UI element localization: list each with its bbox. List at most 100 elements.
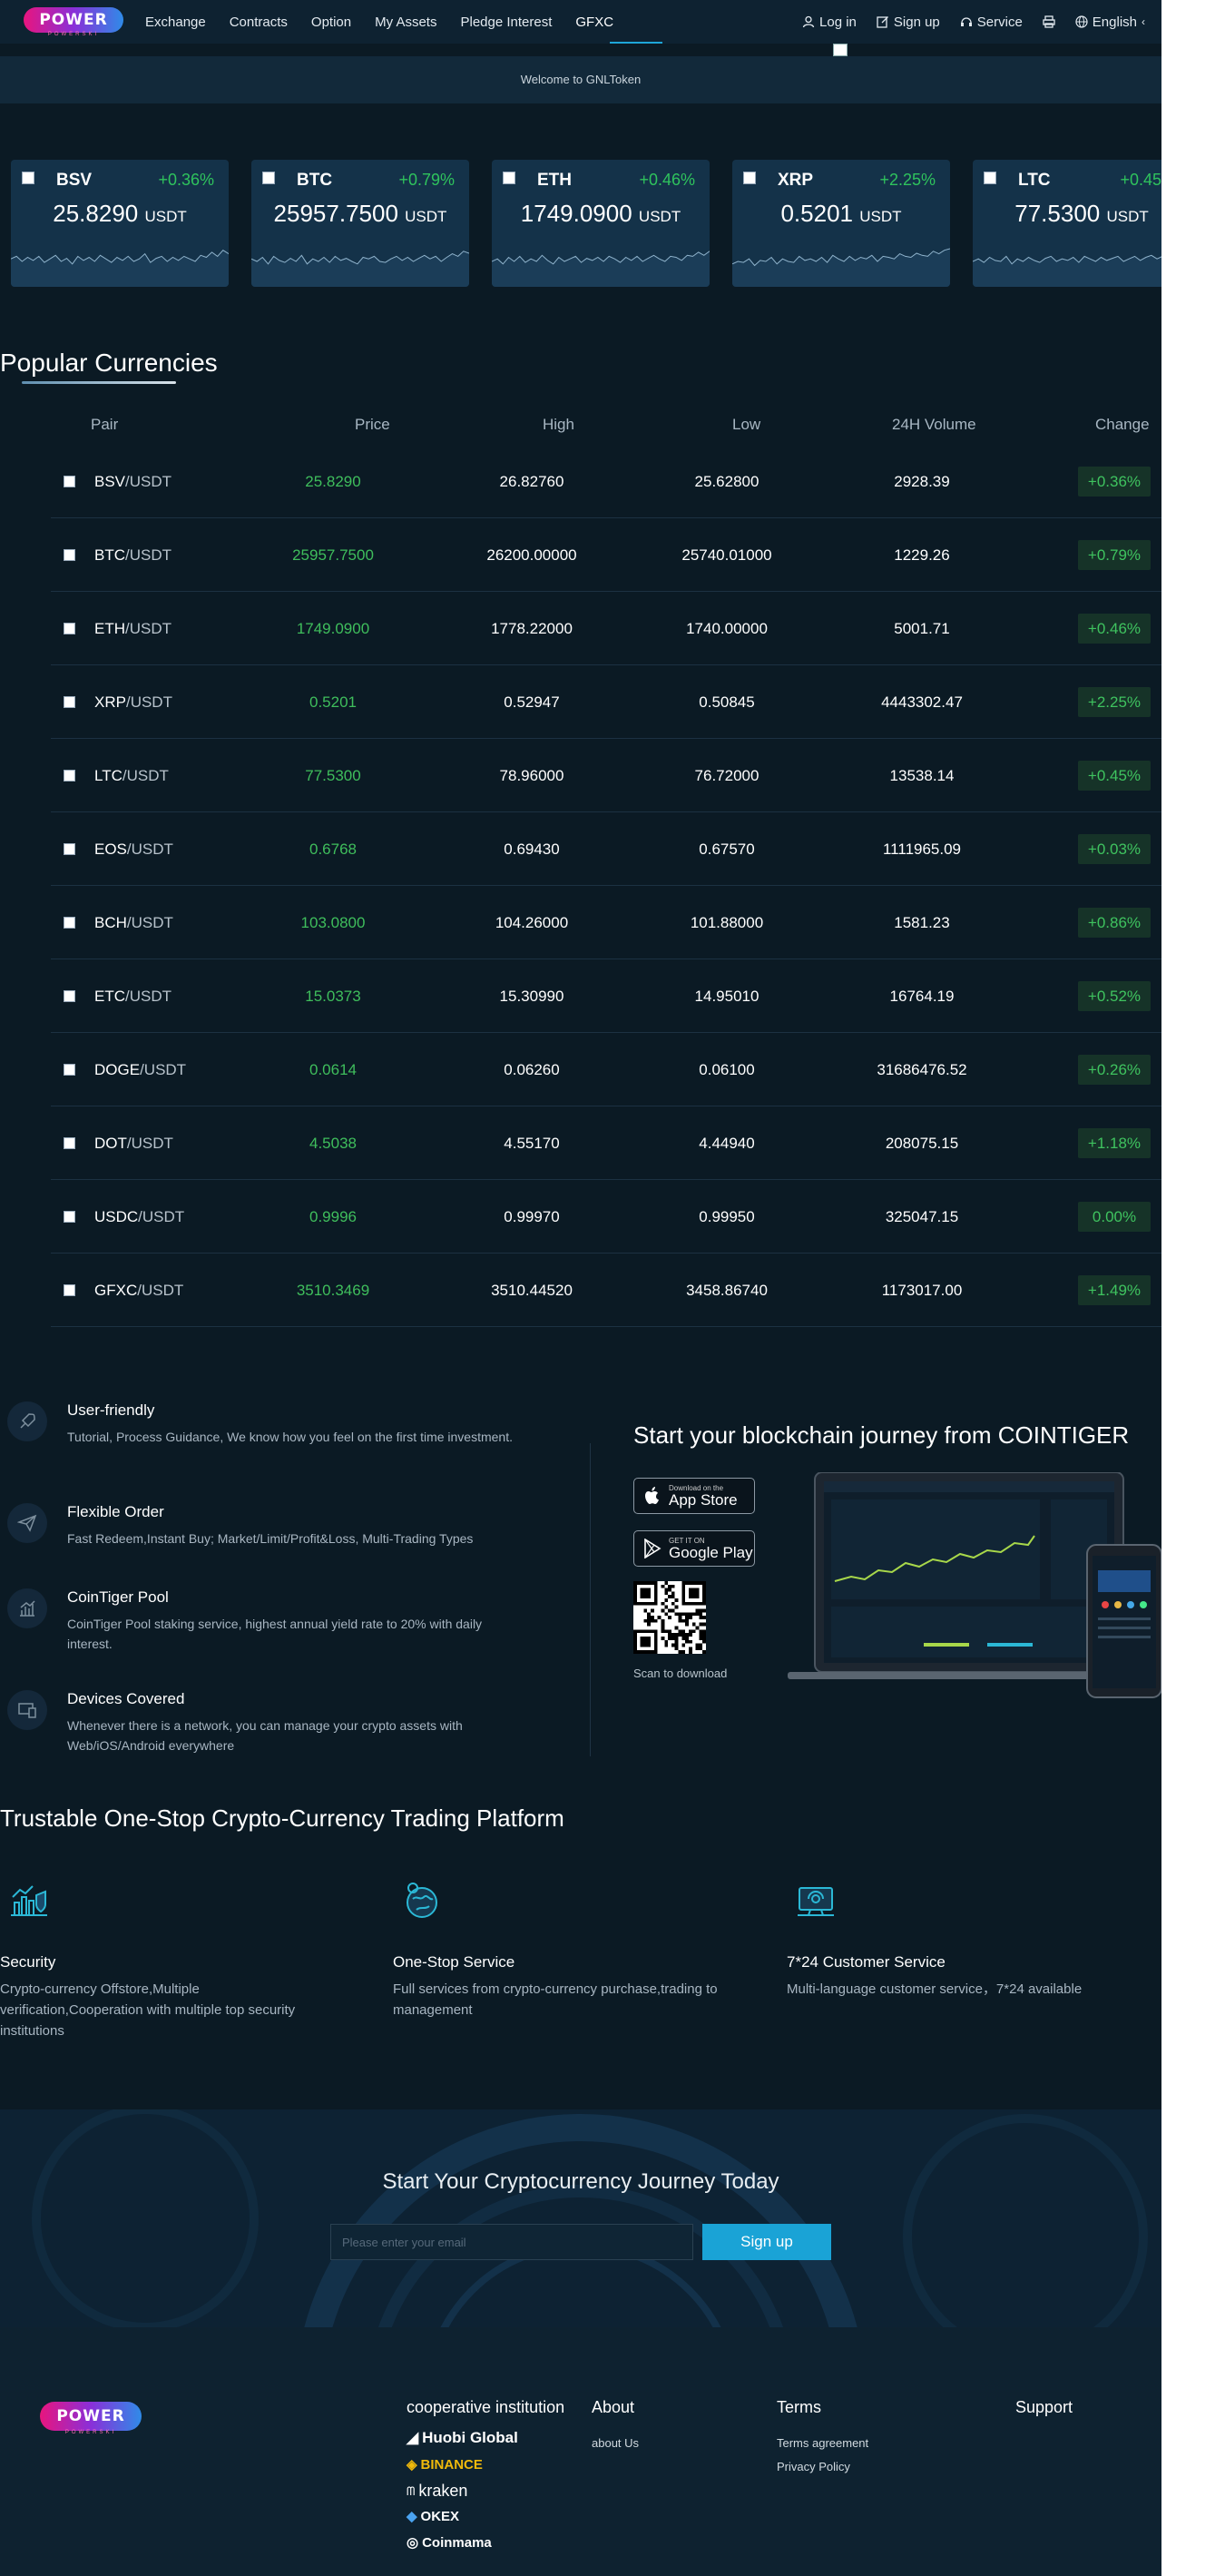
pair-quote: /USDT — [125, 546, 172, 564]
ticker-card[interactable]: ETH +0.46% 1749.0900 USDT — [492, 160, 710, 287]
table-row[interactable]: LTC/USDT 77.5300 78.96000 76.72000 13538.14 +… — [51, 739, 1161, 812]
pair-cell: GFXC/USDT — [94, 1254, 183, 1327]
service-link[interactable]: Service — [960, 15, 1023, 30]
ticker-card[interactable]: BTC +0.79% 25957.7500 USDT — [251, 160, 469, 287]
band-signup-button[interactable]: Sign up — [702, 2224, 831, 2260]
pair-base: ETC — [94, 988, 125, 1005]
coin-background-image — [32, 2109, 1148, 2327]
okex-icon: ◆ — [407, 2509, 417, 2524]
nav-my-assets[interactable]: My Assets — [375, 15, 436, 30]
binance-diamond-icon: ◈ — [407, 2457, 417, 2473]
ticker-card[interactable]: XRP +2.25% 0.5201 USDT — [732, 160, 950, 287]
edit-icon — [877, 16, 888, 28]
price-cell: 0.5201 — [309, 693, 357, 711]
table-row[interactable]: USDC/USDT 0.9996 0.99970 0.99950 325047.15 0.… — [51, 1180, 1161, 1254]
pair-base: EOS — [94, 841, 127, 858]
ticker-card[interactable]: LTC +0.45% 77.5300 USDT — [973, 160, 1161, 287]
trust-item-title: Security — [0, 1953, 56, 1971]
coin-icon — [64, 990, 75, 1002]
high-cell: 0.52947 — [504, 693, 560, 711]
app-store-text: Download on the App Store — [669, 1484, 738, 1509]
login-link[interactable]: Log in — [802, 15, 857, 30]
table-row[interactable]: ETC/USDT 15.0373 15.30990 14.95010 16764.19 +… — [51, 959, 1161, 1033]
kraken-icon: ᗰ — [407, 2483, 416, 2498]
pair-quote: /USDT — [126, 914, 173, 931]
high-cell: 3510.44520 — [491, 1282, 573, 1299]
sparkline-area — [732, 249, 950, 287]
email-input[interactable] — [330, 2224, 693, 2260]
table-row[interactable]: DOGE/USDT 0.0614 0.06260 0.06100 31686476.52… — [51, 1033, 1161, 1106]
ticker-unit: USDT — [638, 208, 681, 225]
trust-item-desc: Crypto-currency Offstore,Multiple verifi… — [0, 1981, 296, 2039]
pair-cell: BSV/USDT — [94, 445, 172, 518]
price-cell: 25957.7500 — [292, 546, 374, 564]
nav-links: Exchange Contracts Option My Assets Pled… — [145, 0, 637, 44]
nav-active-indicator — [610, 42, 662, 44]
footer-logo[interactable]: POWER — [40, 2402, 142, 2431]
header-high: High — [543, 416, 574, 433]
table-row[interactable]: BTC/USDT 25957.7500 26200.00000 25740.01000… — [51, 518, 1161, 592]
download-link[interactable] — [1043, 15, 1055, 28]
coin-icon — [64, 696, 75, 708]
partner-okex-label: OKEX — [420, 2508, 460, 2524]
pair-cell: LTC/USDT — [94, 739, 169, 812]
nav-contracts[interactable]: Contracts — [230, 15, 288, 30]
ticker-card[interactable]: BSV +0.36% 25.8290 USDT — [11, 160, 229, 287]
nav-gfxc[interactable]: GFXC — [575, 15, 613, 30]
bar-chart-icon — [7, 1588, 47, 1628]
table-row[interactable]: EOS/USDT 0.6768 0.69430 0.67570 1111965.09 +0… — [51, 812, 1161, 886]
pair-quote: /USDT — [126, 1135, 173, 1152]
partner-kraken[interactable]: ᗰ kraken — [407, 2482, 467, 2501]
coin-icon — [64, 1137, 75, 1149]
table-row[interactable]: DOT/USDT 4.5038 4.55170 4.44940 208075.15 +1.… — [51, 1106, 1161, 1180]
coin-icon — [64, 476, 75, 487]
google-play-button[interactable]: GET IT ON Google Play — [633, 1530, 755, 1567]
logo[interactable]: POWER — [24, 7, 123, 33]
table-row[interactable]: BCH/USDT 103.0800 104.26000 101.88000 1581.2… — [51, 886, 1161, 959]
volume-cell: 1111965.09 — [882, 841, 962, 858]
table-row[interactable]: GFXC/USDT 3510.3469 3510.44520 3458.86740 11… — [51, 1254, 1161, 1327]
apple-icon — [645, 1487, 659, 1504]
table-row[interactable]: ETH/USDT 1749.0900 1778.22000 1740.00000 500… — [51, 592, 1161, 665]
low-cell: 4.44940 — [699, 1135, 755, 1152]
table-row[interactable]: BSV/USDT 25.8290 26.82760 25.62800 2928.39 +0… — [51, 445, 1161, 518]
volume-cell: 2928.39 — [894, 473, 950, 490]
logo-subtext: POWERSKI — [47, 32, 100, 37]
partner-binance[interactable]: ◈ BINANCE — [407, 2456, 483, 2473]
low-cell: 25740.01000 — [681, 546, 772, 564]
high-cell: 0.99970 — [504, 1208, 560, 1225]
pair-base: BSV — [94, 473, 126, 490]
footer-privacy-link[interactable]: Privacy Policy — [777, 2460, 850, 2473]
signup-link[interactable]: Sign up — [877, 15, 940, 30]
signup-label: Sign up — [893, 14, 940, 30]
coin-icon — [64, 549, 75, 561]
ticker-price-line: 25957.7500 USDT — [251, 200, 469, 228]
footer-about-us-link[interactable]: about Us — [592, 2436, 639, 2450]
app-store-big: App Store — [669, 1490, 738, 1509]
language-selector[interactable]: English ‹ — [1075, 15, 1145, 30]
nav-exchange[interactable]: Exchange — [145, 15, 206, 30]
app-store-button[interactable]: Download on the App Store — [633, 1478, 755, 1514]
trust-item-desc: Multi-language customer service，7*24 ava… — [787, 1981, 1083, 1997]
partner-okex[interactable]: ◆ OKEX — [407, 2508, 460, 2525]
partner-coinmama-label: Coinmama — [422, 2534, 492, 2551]
partner-coinmama[interactable]: ◎ Coinmama — [407, 2534, 492, 2551]
chevron-left-icon: ‹ — [1142, 15, 1145, 28]
partner-huobi[interactable]: ◢ Huobi Global — [407, 2429, 518, 2447]
pair-quote: /USDT — [137, 1282, 184, 1299]
page-gutter — [1161, 0, 1225, 2576]
footer-terms-link[interactable]: Terms agreement — [777, 2436, 868, 2450]
feature-desc: Whenever there is a network, you can man… — [67, 1718, 463, 1753]
sparkline-area — [11, 250, 229, 287]
feature-desc: Fast Redeem,Instant Buy; Market/Limit/Pr… — [67, 1531, 474, 1546]
nav-option[interactable]: Option — [311, 15, 351, 30]
ticker-unit: USDT — [1106, 208, 1149, 225]
table-row[interactable]: XRP/USDT 0.5201 0.52947 0.50845 4443302.47 +2… — [51, 665, 1161, 739]
volume-cell: 5001.71 — [894, 620, 950, 637]
footer-terms-title: Terms — [777, 2398, 821, 2416]
ticker-unit: USDT — [859, 208, 902, 225]
nav-pledge-interest[interactable]: Pledge Interest — [460, 15, 552, 30]
change-badge: +0.52% — [1078, 981, 1151, 1011]
pair-cell: XRP/USDT — [94, 665, 172, 739]
trust-item-desc: Full services from crypto-currency purch… — [393, 1981, 718, 2018]
